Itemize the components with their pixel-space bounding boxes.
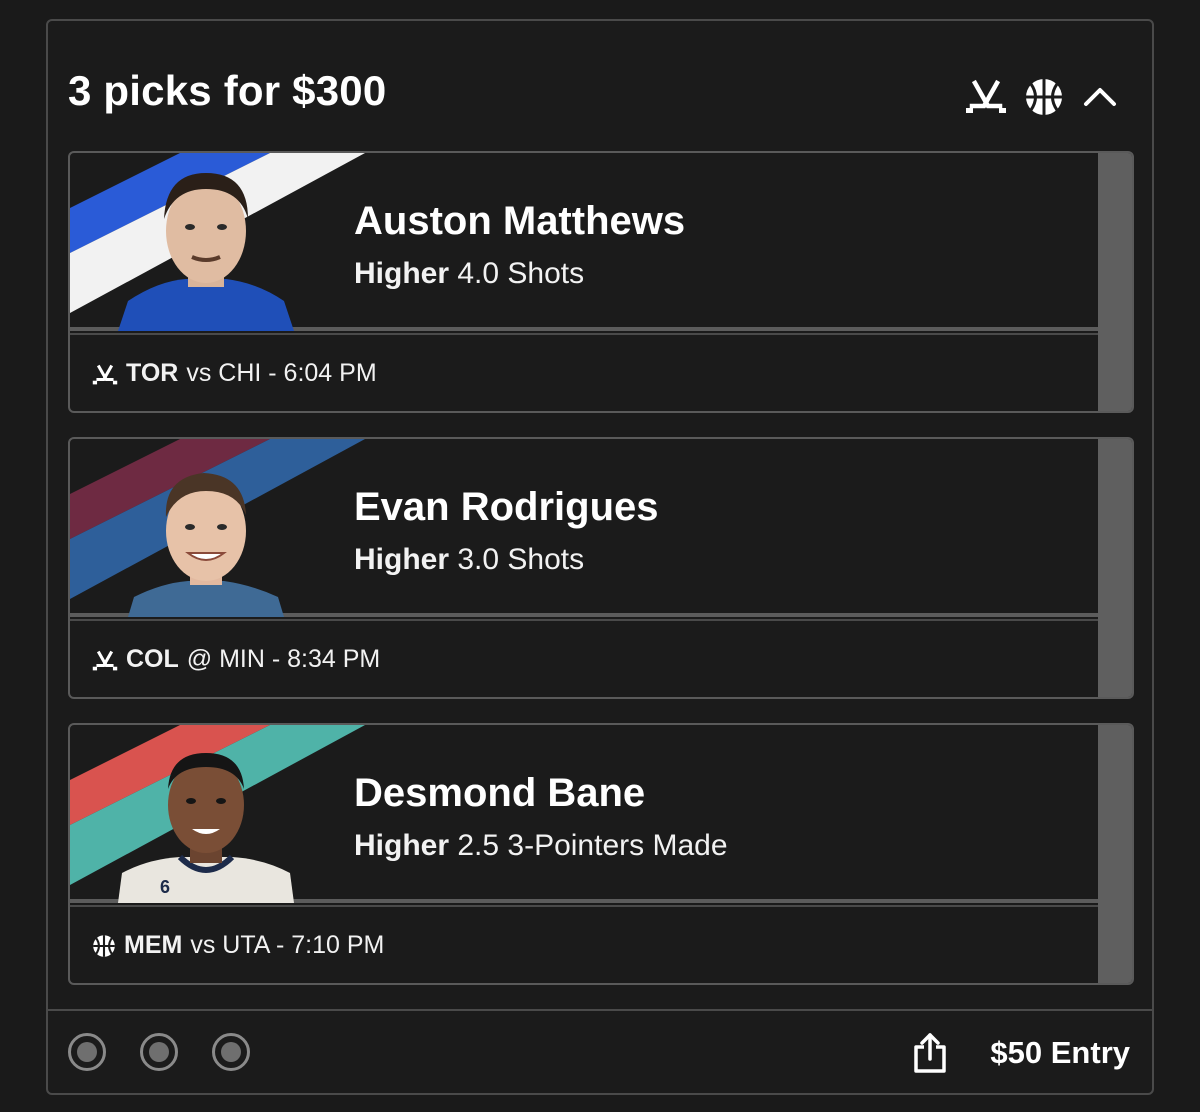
pick-direction: Higher xyxy=(354,543,450,576)
pick-footer: TOR vs CHI - 6:04 PM xyxy=(70,333,1098,411)
progress-dot xyxy=(68,1033,106,1071)
pick-stat-line: 2.5 3-Pointers Made xyxy=(457,829,728,862)
pick-footer: MEM vs UTA - 7:10 PM xyxy=(70,905,1098,983)
pick-main: Evan Rodrigues Higher 3.0 Shots xyxy=(70,439,1098,617)
hockey-icon xyxy=(92,650,118,670)
pick-card[interactable]: Evan Rodrigues Higher 3.0 Shots COL @ MI… xyxy=(68,437,1134,699)
pick-line: Higher 3.0 Shots xyxy=(354,543,584,577)
pick-card[interactable]: Auston Matthews Higher 4.0 Shots TOR vs … xyxy=(68,151,1134,413)
pick-main: 6 Desmond Bane Higher 2.5 3-Pointers Mad… xyxy=(70,725,1098,903)
player-name: Auston Matthews xyxy=(354,199,686,243)
entry-card: 3 picks for $300 Auston Matthews Higher … xyxy=(46,19,1154,1095)
pick-side-bar xyxy=(1098,439,1132,697)
player-headshot: 6 xyxy=(118,753,294,903)
team-abbrev: COL xyxy=(126,645,179,673)
player-headshot xyxy=(118,173,294,331)
pick-stat-line: 3.0 Shots xyxy=(457,543,585,576)
progress-dots xyxy=(68,1033,250,1071)
entry-title: 3 picks for $300 xyxy=(68,67,387,114)
player-name: Evan Rodrigues xyxy=(354,485,659,529)
collapse-button[interactable] xyxy=(1082,79,1118,115)
pick-direction: Higher xyxy=(354,829,450,862)
entry-amount: $50 Entry xyxy=(990,1035,1130,1070)
matchup-text: vs UTA - 7:10 PM xyxy=(190,931,385,959)
team-abbrev: TOR xyxy=(126,359,179,387)
share-button[interactable] xyxy=(912,1031,948,1075)
entry-header: 3 picks for $300 xyxy=(68,51,1132,131)
basketball-icon xyxy=(1024,77,1064,117)
player-headshot xyxy=(128,473,284,617)
entry-footer: $50 Entry xyxy=(48,1009,1152,1093)
pick-footer: COL @ MIN - 8:34 PM xyxy=(70,619,1098,697)
pick-side-bar xyxy=(1098,725,1132,983)
header-icons xyxy=(966,75,1118,119)
pick-direction: Higher xyxy=(354,257,450,290)
team-abbrev: MEM xyxy=(124,931,183,959)
hockey-icon xyxy=(966,79,1006,115)
hockey-icon xyxy=(92,364,118,384)
pick-stat-line: 4.0 Shots xyxy=(457,257,585,290)
chevron-up-icon xyxy=(1084,88,1116,106)
progress-dot xyxy=(140,1033,178,1071)
matchup-text: vs CHI - 6:04 PM xyxy=(186,359,377,387)
pick-line: Higher 2.5 3-Pointers Made xyxy=(354,829,728,863)
pick-side-bar xyxy=(1098,153,1132,411)
share-icon xyxy=(914,1033,946,1073)
player-name: Desmond Bane xyxy=(354,771,646,815)
basketball-icon xyxy=(93,934,115,957)
pick-card[interactable]: 6 Desmond Bane Higher 2.5 3-Pointers Mad… xyxy=(68,723,1134,985)
game-matchup: TOR vs CHI - 6:04 PM xyxy=(92,359,377,388)
jersey-number: 6 xyxy=(160,877,170,897)
matchup-text: @ MIN - 8:34 PM xyxy=(186,645,381,673)
game-matchup: MEM vs UTA - 7:10 PM xyxy=(92,931,384,960)
progress-dot xyxy=(212,1033,250,1071)
pick-line: Higher 4.0 Shots xyxy=(354,257,584,291)
pick-main: Auston Matthews Higher 4.0 Shots xyxy=(70,153,1098,331)
game-matchup: COL @ MIN - 8:34 PM xyxy=(92,645,380,674)
